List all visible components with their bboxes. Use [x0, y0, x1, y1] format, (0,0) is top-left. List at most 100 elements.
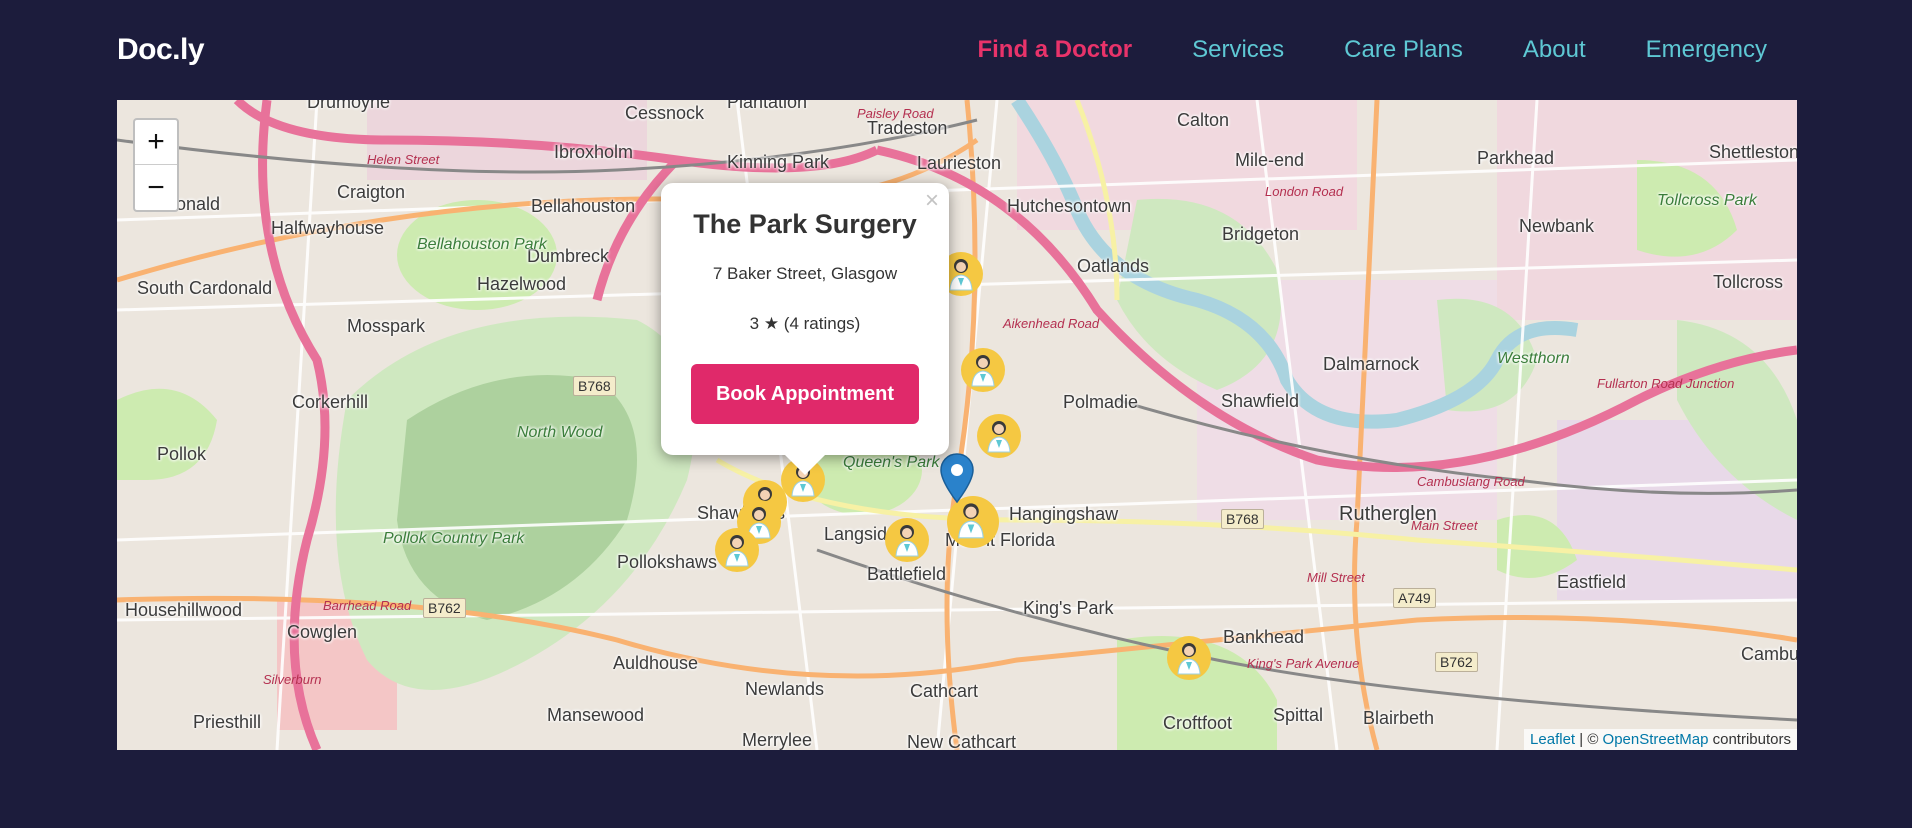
place-label: Hazelwood	[477, 274, 567, 294]
doctor-icon	[895, 525, 919, 557]
doctor-marker[interactable]	[977, 414, 1021, 458]
osm-link[interactable]: OpenStreetMap	[1603, 731, 1709, 748]
place-label: Halfwayhouse	[271, 218, 385, 238]
road-label: Paisley Road	[857, 106, 934, 121]
doctor-icon	[1177, 643, 1201, 675]
attribution-suffix: contributors	[1708, 731, 1791, 748]
main-nav: Find a Doctor Services Care Plans About …	[977, 36, 1767, 64]
road-label: Fullarton Road Junction	[1597, 376, 1735, 391]
place-label: Mosspark	[347, 316, 426, 336]
place-label: Househillwood	[125, 600, 243, 620]
road-label: Mill Street	[1307, 570, 1365, 585]
doctor-icon	[949, 259, 973, 291]
road-label: King's Park Avenue	[1247, 656, 1360, 671]
place-label: Spittal	[1273, 705, 1324, 725]
place-label: South Cardonald	[137, 278, 273, 298]
nav-emergency[interactable]: Emergency	[1646, 36, 1767, 64]
attribution-separator: | ©	[1575, 731, 1603, 748]
place-label: Bellahouston	[531, 196, 636, 216]
place-label: Parkhead	[1477, 148, 1555, 168]
park-label: Queen's Park	[843, 454, 940, 471]
place-label: Drumoyne	[307, 100, 391, 112]
doctor-marker[interactable]	[1167, 636, 1211, 680]
nav-care-plans[interactable]: Care Plans	[1344, 36, 1463, 64]
clinic-address: 7 Baker Street, Glasgow	[712, 264, 898, 283]
place-label: Hangingshaw	[1009, 504, 1119, 524]
nav-services[interactable]: Services	[1192, 36, 1284, 64]
zoom-out-button[interactable]: −	[135, 165, 177, 210]
road-label: Aikenhead Road	[1003, 316, 1100, 331]
place-label: Mansewood	[547, 705, 645, 725]
place-label: Pollok	[157, 444, 207, 464]
place-label: Ibroxholm	[554, 142, 634, 162]
nav-about[interactable]: About	[1523, 36, 1586, 64]
place-label: Corkerhill	[292, 392, 369, 412]
park-label: North Wood	[517, 424, 603, 441]
place-label: Newlands	[745, 679, 825, 699]
place-label: Eastfield	[1557, 572, 1627, 592]
map-attribution: Leaflet | © OpenStreetMap contributors	[1524, 729, 1797, 750]
place-label: Cessnock	[625, 103, 705, 123]
doctor-marker[interactable]	[961, 348, 1005, 392]
doctor-icon	[725, 535, 749, 567]
zoom-in-button[interactable]: +	[135, 120, 177, 165]
place-label: Tollcross	[1713, 272, 1784, 292]
place-label: New Cathcart	[907, 732, 1017, 750]
book-appointment-button[interactable]: Book Appointment	[691, 364, 919, 424]
place-label: Laurieston	[917, 153, 1002, 173]
place-label: King's Park	[1023, 598, 1114, 618]
place-label: Merrylee	[742, 730, 813, 750]
location-pin-icon[interactable]	[939, 452, 975, 509]
doctor-marker[interactable]	[885, 518, 929, 562]
road-shield: B768	[573, 376, 616, 396]
road-label: Helen Street	[367, 152, 440, 167]
place-label: Dalmarnock	[1323, 354, 1420, 374]
place-label: Craigton	[337, 182, 406, 202]
place-label: Plantation	[727, 100, 808, 112]
popup-tip	[785, 455, 825, 475]
site-header: Doc.ly Find a Doctor Services Care Plans…	[117, 0, 1797, 100]
place-label: Cowglen	[287, 622, 358, 642]
place-label: Calton	[1177, 110, 1230, 130]
place-label: Bridgeton	[1222, 224, 1300, 244]
leaflet-link[interactable]: Leaflet	[1530, 731, 1575, 748]
road-shield: B762	[423, 598, 466, 618]
place-label: Pollokshaws	[617, 552, 718, 572]
road-label: Cambuslang Road	[1417, 474, 1525, 489]
place-label: Shettleston	[1709, 142, 1797, 162]
road-shield: B762	[1435, 652, 1478, 672]
road-label: Barrhead Road	[323, 598, 412, 613]
place-label: Tradeston	[867, 118, 948, 138]
place-label: Shawfield	[1221, 391, 1300, 411]
place-label: Oatlands	[1077, 256, 1150, 276]
place-label: Polmadie	[1063, 392, 1139, 412]
clinic-name: The Park Surgery	[693, 209, 917, 239]
place-label: Mile-end	[1235, 150, 1305, 170]
road-shield: A749	[1393, 588, 1436, 608]
doctor-icon	[987, 421, 1011, 453]
road-shield: B768	[1221, 509, 1264, 529]
park-label: Bellahouston Park	[417, 236, 547, 253]
place-label: Cambuslang	[1741, 644, 1797, 664]
nav-find-a-doctor[interactable]: Find a Doctor	[977, 36, 1132, 64]
doctor-icon	[971, 355, 995, 387]
road-label: Silverburn	[263, 672, 322, 687]
logo[interactable]: Doc.ly	[117, 33, 205, 67]
clinic-popup: × The Park Surgery 7 Baker Street, Glasg…	[661, 183, 949, 475]
doctor-marker[interactable]	[715, 528, 759, 572]
place-label: Blairbeth	[1363, 708, 1435, 728]
place-label: Auldhouse	[613, 653, 699, 673]
close-icon[interactable]: ×	[925, 187, 939, 215]
place-label: Tollcross Park	[1657, 192, 1757, 209]
place-label: Croftfoot	[1163, 713, 1233, 733]
clinic-rating: 3 ★ (4 ratings)	[749, 314, 861, 333]
road-label: London Road	[1265, 184, 1344, 199]
map[interactable]: Drumoyne Cessnock Plantation Tradeston C…	[117, 100, 1797, 750]
park-label: Pollok Country Park	[383, 530, 525, 547]
place-label: Cathcart	[910, 681, 979, 701]
place-label: Battlefield	[867, 564, 947, 584]
place-label: Priesthill	[193, 712, 262, 732]
place-label: Bankhead	[1223, 627, 1305, 647]
place-label: Kinning Park	[727, 152, 830, 172]
zoom-control: + −	[133, 118, 179, 212]
